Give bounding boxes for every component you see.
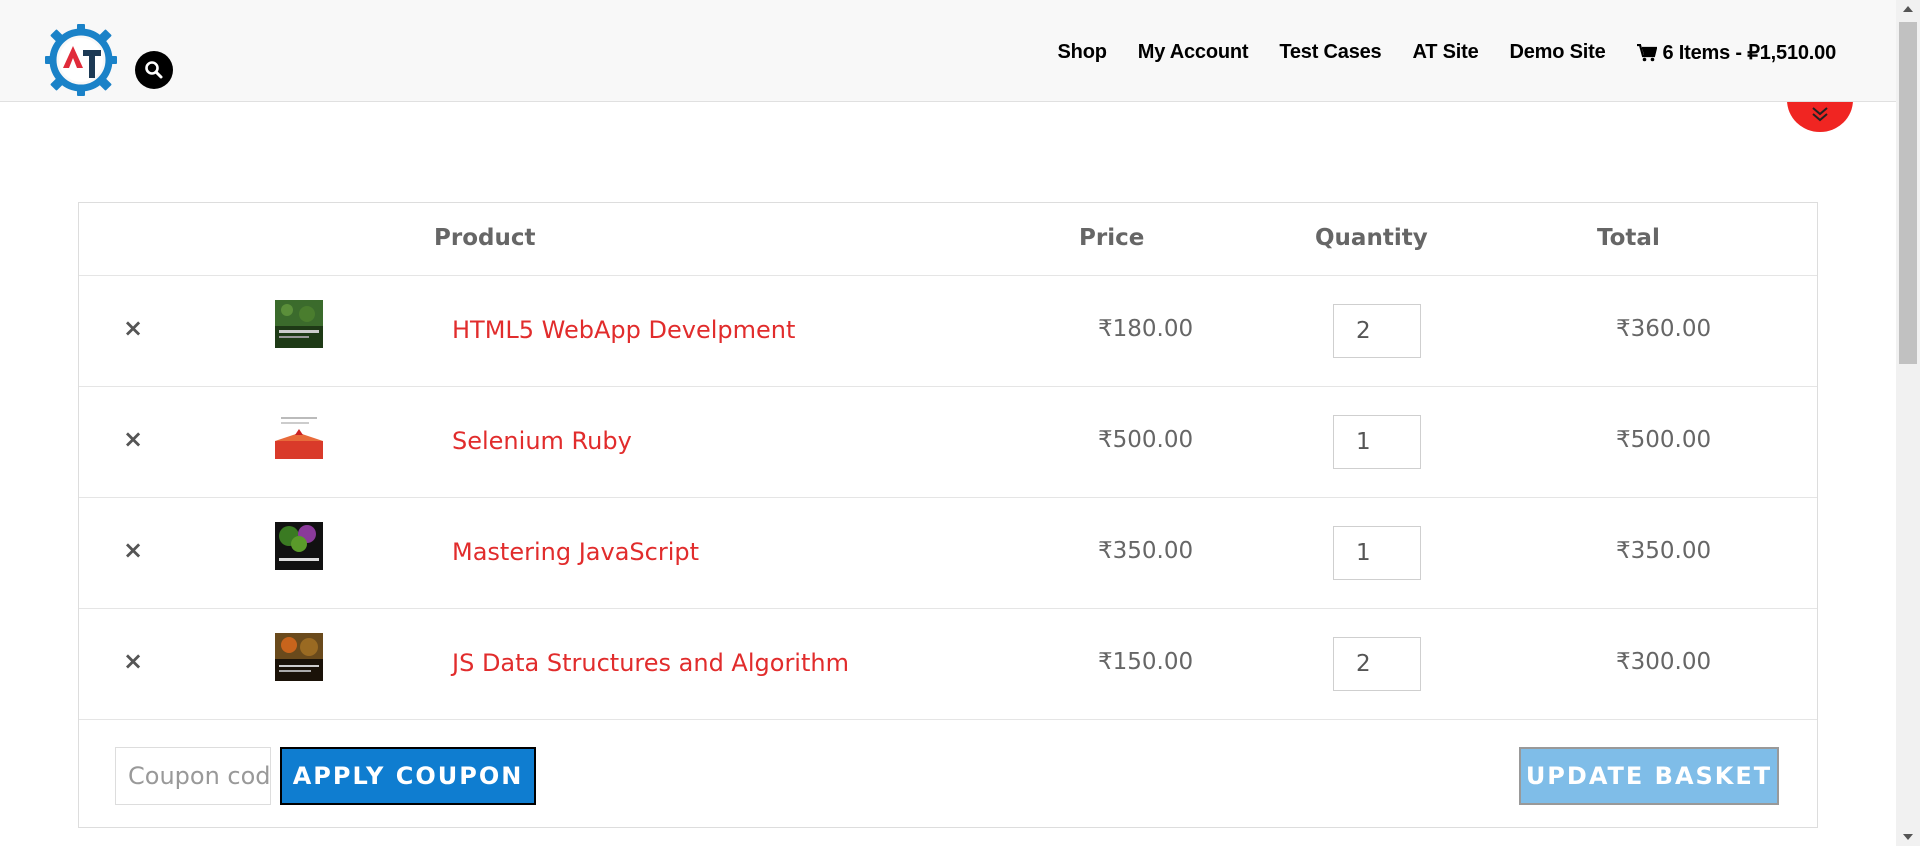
nav-shop[interactable]: Shop [1058,41,1107,64]
quantity-input[interactable] [1333,637,1421,691]
nav-cart[interactable]: 6 Items - ₽1,510.00 [1636,40,1837,65]
product-link[interactable]: Selenium Ruby [452,427,632,455]
nav-test-cases[interactable]: Test Cases [1279,41,1381,64]
remove-item-button[interactable]: × [123,427,143,451]
double-chevron-down-icon [1812,107,1828,122]
apply-coupon-button[interactable]: APPLY COUPON [280,747,536,805]
cart-actions: APPLY COUPON UPDATE BASKET [79,721,1817,829]
product-link[interactable]: JS Data Structures and Algorithm [452,649,849,677]
product-price: ₹500.00 [1098,427,1194,453]
line-total: ₹360.00 [1616,316,1712,342]
product-price: ₹180.00 [1098,316,1194,342]
product-thumbnail[interactable] [275,633,323,681]
product-link[interactable]: Mastering JavaScript [452,538,699,566]
table-row: × Mastering JavaScript ₹350.00 ₹350.00 [79,498,1817,609]
site-logo-icon[interactable] [43,22,119,98]
coupon-code-input[interactable] [115,747,271,805]
nav-demo-site[interactable]: Demo Site [1510,41,1606,64]
main-nav: Shop My Account Test Cases AT Site Demo … [1027,40,1837,65]
search-icon [145,61,163,79]
header-quantity: Quantity [1315,225,1428,251]
product-thumbnail[interactable] [275,411,323,459]
product-price: ₹150.00 [1098,649,1194,675]
line-total: ₹500.00 [1616,427,1712,453]
search-button[interactable] [135,51,173,89]
quantity-input[interactable] [1333,526,1421,580]
table-row: × HTML5 WebApp Develpment ₹180.00 ₹360.0… [79,276,1817,387]
header-price: Price [1079,225,1145,251]
page-scrollbar[interactable] [1896,0,1920,846]
scrollbar-thumb[interactable] [1899,22,1917,364]
product-price: ₹350.00 [1098,538,1194,564]
line-total: ₹300.00 [1616,649,1712,675]
cart-summary: 6 Items - ₽1,510.00 [1662,42,1837,64]
product-thumbnail[interactable] [275,522,323,570]
product-thumbnail[interactable] [275,300,323,348]
line-total: ₹350.00 [1616,538,1712,564]
nav-at-site[interactable]: AT Site [1412,41,1478,64]
table-row: × JS Data Structures and Algorithm ₹150.… [79,609,1817,720]
header-product: Product [434,225,536,251]
quantity-input[interactable] [1333,415,1421,469]
table-row: × Selenium Ruby ₹500.00 ₹500.00 [79,387,1817,498]
header-total: Total [1597,225,1660,251]
cart-icon [1636,43,1657,61]
scroll-up-arrow-icon[interactable] [1903,6,1913,12]
update-basket-button[interactable]: UPDATE BASKET [1519,747,1779,805]
site-header: Shop My Account Test Cases AT Site Demo … [0,0,1896,102]
cart-table-header: Product Price Quantity Total [79,203,1817,276]
nav-my-account[interactable]: My Account [1138,41,1249,64]
cart-table: Product Price Quantity Total × HTML5 Web… [78,202,1818,828]
scroll-down-arrow-icon[interactable] [1903,834,1913,840]
remove-item-button[interactable]: × [123,649,143,673]
quantity-input[interactable] [1333,304,1421,358]
remove-item-button[interactable]: × [123,538,143,562]
product-link[interactable]: HTML5 WebApp Develpment [452,316,795,344]
remove-item-button[interactable]: × [123,316,143,340]
